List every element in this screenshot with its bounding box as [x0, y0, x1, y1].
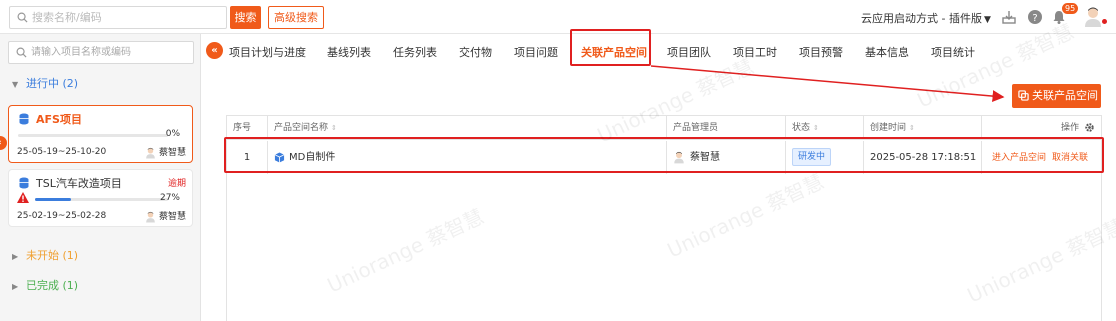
group-not-started-label: 未开始 (1) — [26, 249, 79, 262]
notification-badge: 95 — [1062, 3, 1079, 14]
owner-name: 蔡智慧 — [158, 212, 186, 222]
collapsed-triangle-icon: ▶ — [12, 282, 19, 291]
collapse-panel-icon[interactable]: « — [206, 42, 223, 59]
sort-icon[interactable]: ⇕ — [909, 124, 915, 132]
project-search-input[interactable] — [31, 44, 191, 61]
owner-name: 蔡智慧 — [158, 148, 186, 158]
col-manager-label: 产品管理员 — [673, 123, 719, 133]
col-status-label: 状态 — [792, 123, 811, 133]
tab-project-alerts[interactable]: 项目预警 — [799, 44, 843, 60]
group-done[interactable]: ▶ 已完成 (1) — [12, 277, 78, 293]
search-button[interactable]: 搜索 — [230, 6, 261, 29]
progress-bar — [18, 134, 168, 137]
search-icon — [16, 47, 27, 58]
progress-fill — [35, 198, 71, 201]
help-icon[interactable]: ? — [1027, 9, 1043, 25]
tab-task-list[interactable]: 任务列表 — [393, 44, 437, 60]
progress-bar — [35, 198, 168, 201]
sort-icon[interactable]: ⇕ — [331, 124, 337, 132]
search-icon — [17, 12, 28, 23]
link-icon — [1018, 90, 1029, 101]
group-in-progress-label: 进行中 (2) — [26, 77, 79, 90]
group-not-started[interactable]: ▶ 未开始 (1) — [12, 247, 78, 263]
project-dates: 25-02-19~25-02-28 — [17, 211, 107, 221]
tab-baseline-list[interactable]: 基线列表 — [327, 44, 371, 60]
col-index-label: 序号 — [233, 123, 252, 133]
top-bar: 搜索 高级搜索 云应用启动方式 - 插件版▼ ? 95 — [0, 0, 1116, 34]
project-owner: 蔡智慧 — [145, 209, 186, 223]
launch-mode-label: 云应用启动方式 - 插件版 — [861, 12, 982, 25]
progress-percent: 0% — [165, 129, 180, 139]
project-sidebar: ▼ 进行中 (2) AFS项目 0% 25-05-19~25-10-20 蔡智慧 — [0, 34, 201, 321]
group-done-label: 已完成 (1) — [26, 279, 79, 292]
caret-down-icon: ▼ — [983, 15, 991, 25]
tab-plan-progress[interactable]: 项目计划与进度 — [229, 44, 306, 60]
progress-percent: 27% — [159, 193, 180, 203]
project-name: TSL汽车改造项目 — [36, 177, 122, 190]
tab-project-statistics[interactable]: 项目统计 — [931, 44, 975, 60]
link-product-space-button[interactable]: 关联产品空间 — [1012, 84, 1101, 108]
tab-basic-info[interactable]: 基本信息 — [865, 44, 909, 60]
gear-icon[interactable] — [1084, 122, 1095, 133]
advanced-search-button[interactable]: 高级搜索 — [268, 6, 324, 29]
collapsed-triangle-icon: ▶ — [12, 252, 19, 261]
svg-text:?: ? — [1032, 13, 1037, 24]
online-status-dot — [1102, 19, 1107, 24]
project-name: AFS项目 — [36, 113, 82, 126]
download-icon[interactable] — [1001, 9, 1017, 25]
row-highlight-box — [224, 137, 1104, 173]
tab-project-hours[interactable]: 项目工时 — [733, 44, 777, 60]
project-search-box[interactable] — [8, 41, 194, 64]
project-card-afs[interactable]: AFS项目 0% 25-05-19~25-10-20 蔡智慧 — [8, 105, 193, 163]
user-avatar-icon[interactable] — [1083, 6, 1103, 28]
tab-deliverables[interactable]: 交付物 — [459, 44, 492, 60]
link-product-space-label: 关联产品空间 — [1032, 89, 1098, 102]
group-in-progress[interactable]: ▼ 进行中 (2) — [12, 75, 78, 91]
expanded-triangle-icon: ▼ — [12, 80, 19, 89]
launch-mode-dropdown[interactable]: 云应用启动方式 - 插件版 ▼ — [861, 10, 991, 26]
collapse-sidebar-icon[interactable]: ‹ — [0, 136, 7, 150]
tab-project-team[interactable]: 项目团队 — [667, 44, 711, 60]
sort-icon[interactable]: ⇕ — [813, 124, 819, 132]
warning-icon — [17, 192, 29, 203]
database-icon — [19, 113, 29, 125]
project-owner: 蔡智慧 — [145, 145, 186, 159]
col-created-label: 创建时间 — [870, 123, 907, 133]
col-actions-label: 操作 — [1060, 123, 1079, 133]
project-card-tsl[interactable]: TSL汽车改造项目 逾期 27% 25-02-19~25-02-28 蔡智慧 — [8, 169, 193, 227]
col-name-label: 产品空间名称 — [274, 123, 329, 133]
tab-highlight-box — [570, 29, 651, 66]
user-avatar-icon — [146, 147, 155, 158]
project-dates: 25-05-19~25-10-20 — [17, 147, 107, 157]
overdue-badge: 逾期 — [167, 179, 186, 189]
database-icon — [19, 177, 29, 189]
global-search-box[interactable] — [9, 6, 227, 29]
tab-project-issues[interactable]: 项目问题 — [514, 44, 558, 60]
user-avatar-icon — [146, 211, 155, 222]
global-search-input[interactable] — [32, 9, 222, 26]
